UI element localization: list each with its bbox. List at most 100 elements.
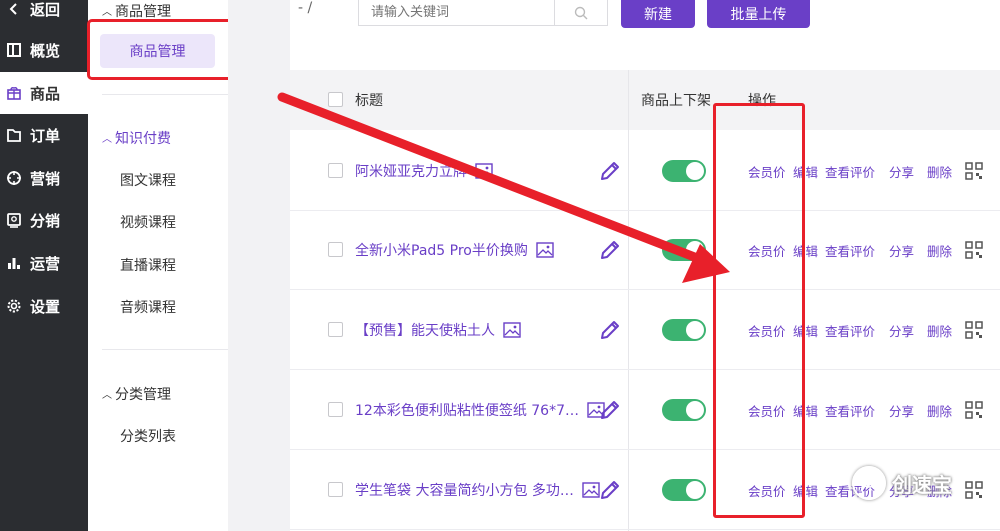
sidebar-item-label: 分销 [30, 211, 61, 230]
main-sidebar: 返回 概览 商品 订单 营销 分销 运营 设置 [0, 0, 88, 531]
on-sale-toggle[interactable] [662, 160, 706, 182]
submenu-group-product-management[interactable]: ︿ 商品管理 [102, 1, 171, 21]
edit-pencil-icon[interactable] [598, 159, 622, 183]
product-title-text: 全新小米Pad5 Pro半价换购 [355, 243, 528, 259]
overview-icon [6, 42, 22, 58]
chat-bubble-icon [852, 466, 886, 500]
sidebar-item-label: 营销 [30, 169, 61, 188]
product-title-link[interactable]: 全新小米Pad5 Pro半价换购 [355, 240, 554, 260]
on-sale-toggle[interactable] [662, 239, 706, 261]
search-box[interactable] [358, 0, 608, 26]
back-chevron-icon [6, 1, 22, 17]
product-title-link[interactable]: 【预售】能天使粘土人 [355, 320, 521, 340]
sidebar-item-label: 设置 [30, 297, 61, 316]
on-sale-toggle[interactable] [662, 479, 706, 501]
share-link[interactable]: 分享 [889, 241, 914, 260]
sidebar-item-orders[interactable]: 订单 [0, 114, 88, 156]
sidebar-item-label: 订单 [30, 126, 61, 145]
edit-pencil-icon[interactable] [598, 478, 622, 502]
delete-link[interactable]: 删除 [927, 321, 952, 340]
product-title-link[interactable]: 阿米娅亚克力立牌 [355, 161, 493, 181]
qr-code-icon[interactable] [965, 162, 983, 180]
sidebar-item-back[interactable]: 返回 [0, 0, 88, 30]
qr-code-icon[interactable] [965, 481, 983, 499]
submenu-item-category-list[interactable]: 分类列表 [120, 426, 176, 446]
product-title-link[interactable]: 学生笔袋 大容量简约小方包 多功… [355, 480, 600, 500]
search-button[interactable] [554, 0, 607, 25]
submenu-item-article-course[interactable]: 图文课程 [120, 170, 176, 190]
edit-pencil-icon[interactable] [598, 318, 622, 342]
sidebar-item-label: 返回 [30, 0, 61, 19]
edit-pencil-icon[interactable] [598, 238, 622, 262]
row-divider [290, 529, 1000, 530]
sidebar-item-operations[interactable]: 运营 [0, 242, 88, 284]
delete-link[interactable]: 删除 [927, 241, 952, 260]
sidebar-item-overview[interactable]: 概览 [0, 29, 88, 71]
view-reviews-link[interactable]: 查看评价 [825, 162, 875, 181]
chevron-up-icon: ︿ [102, 6, 112, 18]
delete-link[interactable]: 删除 [927, 401, 952, 420]
sidebar-item-label: 运营 [30, 254, 61, 273]
share-link[interactable]: 分享 [889, 401, 914, 420]
row-checkbox[interactable] [328, 163, 343, 178]
submenu-group-knowledge[interactable]: ︿ 知识付费 [102, 128, 171, 148]
row-divider [290, 449, 1000, 450]
submenu-group-category[interactable]: ︿ 分类管理 [102, 384, 171, 404]
select-all-checkbox[interactable] [328, 92, 343, 107]
on-sale-toggle[interactable] [662, 319, 706, 341]
distribution-icon [6, 212, 22, 228]
submenu-item-audio-course[interactable]: 音频课程 [120, 297, 176, 317]
image-icon[interactable] [536, 242, 554, 258]
sidebar-item-label: 商品 [30, 84, 61, 103]
qr-code-icon[interactable] [965, 401, 983, 419]
watermark: 创速宝 [852, 466, 952, 500]
row-divider [290, 369, 1000, 370]
view-reviews-link[interactable]: 查看评价 [825, 401, 875, 420]
product-title-text: 【预售】能天使粘土人 [355, 323, 495, 339]
qr-code-icon[interactable] [965, 321, 983, 339]
share-link[interactable]: 分享 [889, 321, 914, 340]
settings-gear-icon [6, 298, 22, 314]
on-sale-toggle[interactable] [662, 399, 706, 421]
view-reviews-link[interactable]: 查看评价 [825, 241, 875, 260]
image-icon[interactable] [475, 163, 493, 179]
delete-link[interactable]: 删除 [927, 162, 952, 181]
batch-upload-button[interactable]: 批量上传 [707, 0, 810, 28]
header-status: 商品上下架 [641, 93, 711, 109]
submenu-item-video-course[interactable]: 视频课程 [120, 212, 176, 232]
row-checkbox[interactable] [328, 242, 343, 257]
sidebar-item-label: 概览 [30, 41, 61, 60]
edit-pencil-icon[interactable] [598, 398, 622, 422]
new-button[interactable]: 新建 [621, 0, 695, 28]
product-title-text: 阿米娅亚克力立牌 [355, 164, 467, 180]
search-icon [574, 6, 588, 19]
sidebar-item-products[interactable]: 商品 [0, 72, 88, 114]
sidebar-item-distribution[interactable]: 分销 [0, 199, 88, 241]
search-input[interactable] [359, 4, 563, 21]
product-title-text: 12本彩色便利贴粘性便签纸 76*7… [355, 403, 579, 419]
toolbar-fragment: - / [298, 0, 313, 16]
order-icon [6, 127, 22, 143]
product-title-link[interactable]: 12本彩色便利贴粘性便签纸 76*7… [355, 400, 605, 420]
row-checkbox[interactable] [328, 482, 343, 497]
operations-icon [6, 255, 22, 271]
row-divider [290, 289, 1000, 290]
submenu-item-live-course[interactable]: 直播课程 [120, 255, 176, 275]
highlight-box-submenu [87, 19, 235, 80]
chevron-up-icon: ︿ [102, 133, 112, 145]
chevron-up-icon: ︿ [102, 389, 112, 401]
row-checkbox[interactable] [328, 402, 343, 417]
share-link[interactable]: 分享 [889, 162, 914, 181]
sidebar-item-settings[interactable]: 设置 [0, 285, 88, 327]
column-separator [628, 70, 629, 531]
product-icon [6, 85, 22, 101]
row-checkbox[interactable] [328, 322, 343, 337]
qr-code-icon[interactable] [965, 241, 983, 259]
highlight-box-actions [713, 103, 805, 518]
image-icon[interactable] [503, 322, 521, 338]
product-title-text: 学生笔袋 大容量简约小方包 多功… [355, 483, 574, 499]
view-reviews-link[interactable]: 查看评价 [825, 321, 875, 340]
sidebar-item-marketing[interactable]: 营销 [0, 157, 88, 199]
header-title: 标题 [355, 93, 383, 109]
row-divider [290, 210, 1000, 211]
